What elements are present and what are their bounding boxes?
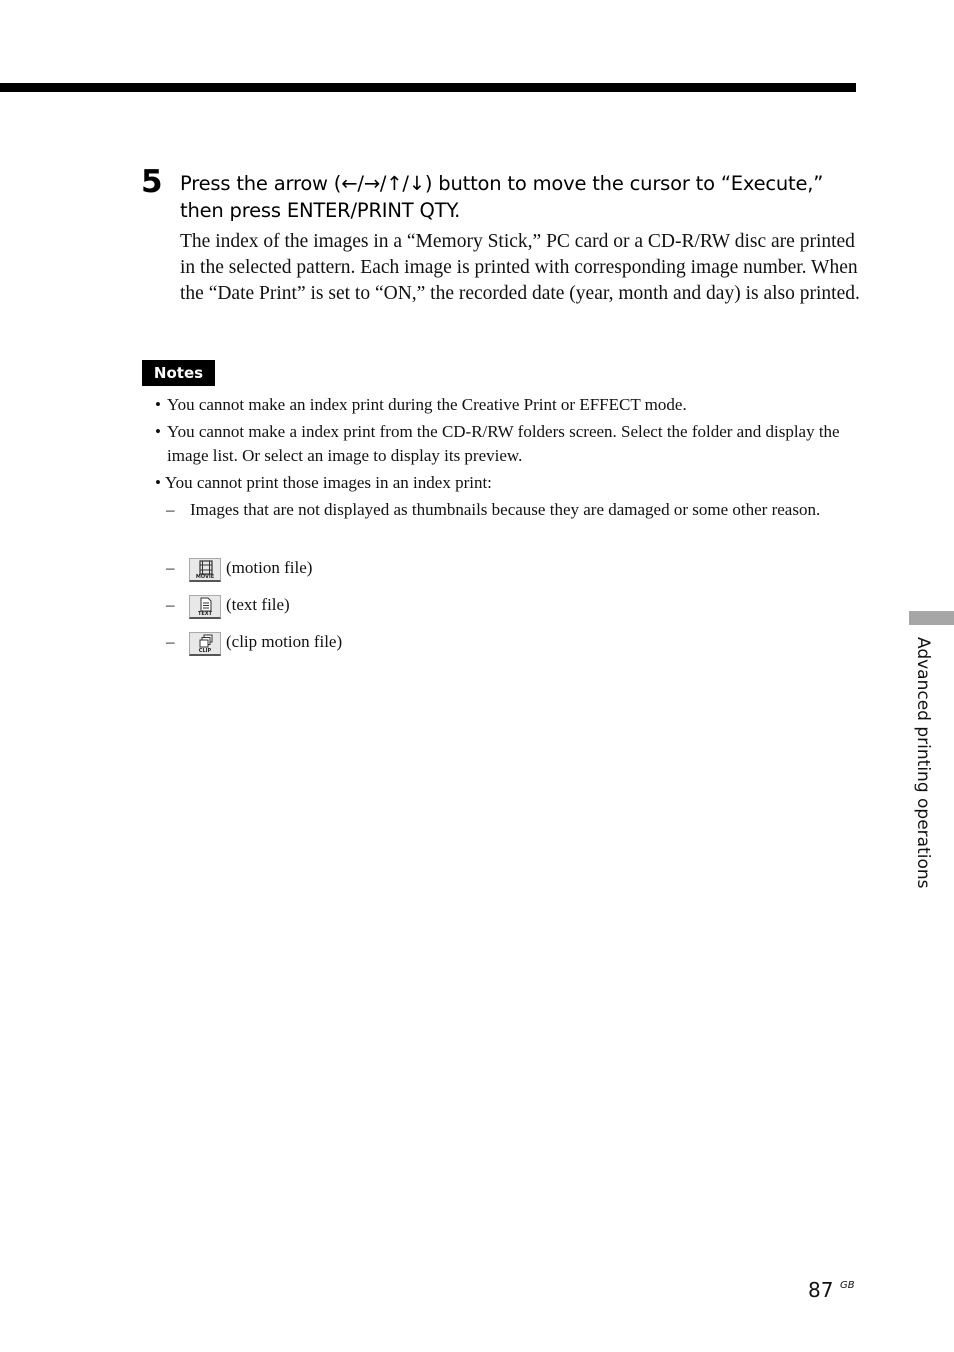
page-number: 87: [808, 1278, 834, 1302]
dash: –: [166, 500, 175, 519]
header-rule: [0, 83, 856, 92]
file-type-label: (text file): [226, 595, 290, 614]
step-description: The index of the images in a “Memory Sti…: [180, 231, 860, 304]
sub-item-text: Images that are not displayed as thumbna…: [190, 500, 821, 519]
clip-file-icon: CLIP: [189, 632, 221, 656]
note-item: • You cannot make a index print from the…: [155, 420, 855, 468]
page-region-code: GB: [840, 1280, 855, 1291]
section-tab-label: Advanced printing operations: [913, 637, 933, 889]
text-file-icon: TEXT: [189, 595, 221, 619]
bullet: •: [155, 395, 161, 414]
dash: –: [166, 632, 175, 651]
bullet: •: [155, 473, 161, 492]
icon-caption: MOVIE: [195, 574, 215, 580]
notes-badge: Notes: [142, 360, 215, 386]
note-text: You cannot print those images in an inde…: [165, 473, 492, 492]
file-type-label: (clip motion file): [226, 632, 343, 651]
movie-file-icon: MOVIE: [189, 558, 221, 582]
section-tab-marker: [909, 611, 954, 625]
icon-caption: TEXT: [197, 611, 213, 617]
file-type-label: (motion file): [226, 558, 313, 577]
step-number: 5: [141, 164, 163, 200]
icon-caption: CLIP: [198, 648, 212, 654]
note-item: • You cannot print those images in an in…: [155, 471, 855, 495]
dash: –: [166, 558, 175, 577]
note-text: You cannot make an index print during th…: [167, 395, 687, 414]
note-text: You cannot make a index print from the C…: [167, 422, 840, 465]
bullet: •: [155, 422, 161, 441]
step-heading: Press the arrow (←/→/↑/↓) button to move…: [180, 172, 824, 222]
note-item: • You cannot make an index print during …: [155, 393, 855, 417]
dash: –: [166, 595, 175, 614]
